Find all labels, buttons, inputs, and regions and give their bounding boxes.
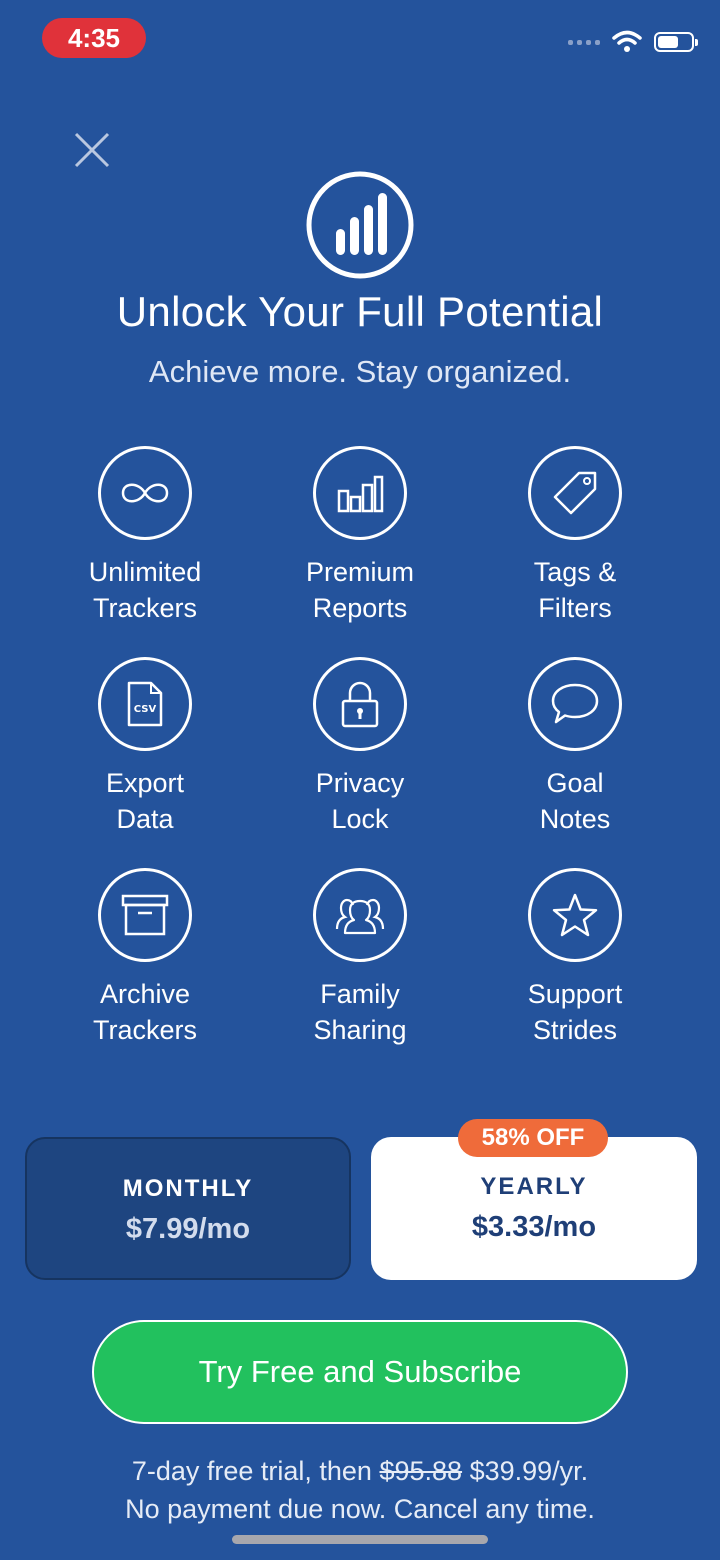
feature-premium-reports: Premium Reports: [260, 446, 460, 626]
status-icons: [568, 30, 698, 54]
feature-label: Unlimited Trackers: [88, 557, 202, 623]
feature-label: Privacy Lock: [315, 768, 405, 834]
page-title: Unlock Your Full Potential: [116, 288, 604, 335]
page-subtitle: Achieve more. Stay organized.: [148, 354, 572, 389]
feature-family-sharing: Family Sharing: [260, 868, 460, 1048]
discounted-price: $39.99/yr.: [469, 1456, 589, 1486]
feature-label: Archive Trackers: [92, 979, 197, 1045]
feature-tags-filters: Tags & Filters: [475, 446, 675, 626]
feature-label: Goal Notes: [539, 768, 611, 834]
trial-terms-prefix: 7-day free trial, then: [131, 1456, 372, 1486]
archive-box-icon: [98, 868, 192, 962]
battery-icon: [654, 32, 698, 52]
feature-label: Support Strides: [527, 979, 623, 1045]
trial-terms-line: 7-day free trial, then $95.88 $39.99/yr.: [0, 1456, 720, 1487]
infinity-icon: [98, 446, 192, 540]
cellular-signal-icon: [568, 39, 600, 45]
home-indicator[interactable]: [232, 1535, 488, 1544]
feature-label: Export Data: [105, 768, 185, 834]
payment-terms-line: No payment due now. Cancel any time.: [125, 1494, 595, 1524]
discount-badge: 58% OFF: [458, 1119, 608, 1157]
wifi-icon: [612, 30, 642, 52]
feature-label: Premium Reports: [305, 557, 414, 623]
original-price: $95.88: [379, 1456, 463, 1486]
feature-goal-notes: Goal Notes: [475, 657, 675, 837]
feature-label: Family Sharing: [313, 979, 407, 1045]
try-free-subscribe-button[interactable]: Try Free and Subscribe: [92, 1320, 628, 1424]
plan-monthly-option[interactable]: MONTHLY $7.99/mo: [25, 1137, 351, 1280]
plan-name: YEARLY: [480, 1173, 588, 1200]
tag-icon: [528, 446, 622, 540]
feature-export-data: CSV Export Data: [45, 657, 245, 837]
star-icon: [528, 868, 622, 962]
feature-archive-trackers: Archive Trackers: [45, 868, 245, 1048]
plan-name: MONTHLY: [122, 1175, 254, 1202]
lock-icon: [313, 657, 407, 751]
feature-unlimited-trackers: Unlimited Trackers: [45, 446, 245, 626]
status-time: 4:35: [42, 18, 146, 58]
speech-bubble-icon: [528, 657, 622, 751]
app-logo-bar-chart-icon: [306, 171, 414, 279]
plan-price: $7.99/mo: [125, 1213, 251, 1245]
feature-support-strides: Support Strides: [475, 868, 675, 1048]
people-icon: [313, 868, 407, 962]
bar-chart-icon: [313, 446, 407, 540]
csv-file-icon: CSV: [98, 657, 192, 751]
plan-price: $3.33/mo: [471, 1211, 597, 1243]
feature-privacy-lock: Privacy Lock: [260, 657, 460, 837]
plan-yearly-option[interactable]: YEARLY $3.33/mo: [371, 1137, 697, 1280]
close-icon[interactable]: [72, 130, 112, 170]
feature-label: Tags & Filters: [533, 557, 617, 623]
svg-text:CSV: CSV: [134, 704, 157, 715]
